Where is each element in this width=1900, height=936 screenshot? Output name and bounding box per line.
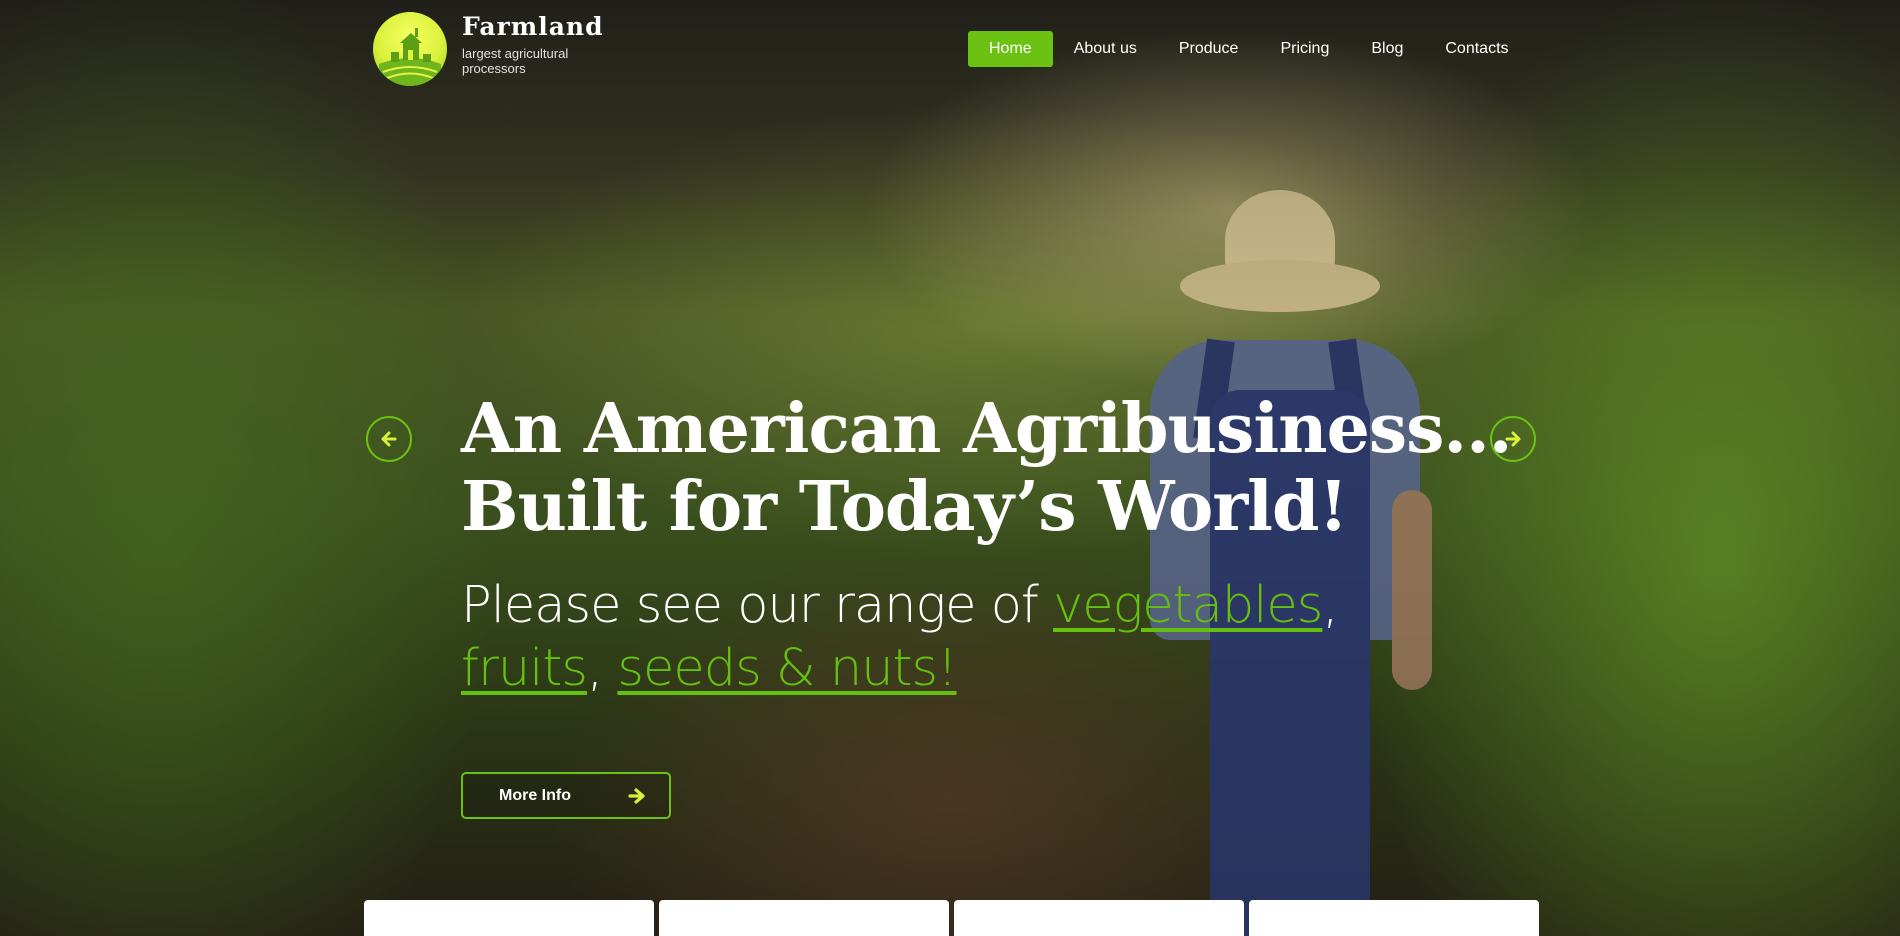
brand-name: Farmland <box>462 12 604 41</box>
logo[interactable]: Farmland largest agricultural processors <box>373 12 604 86</box>
nav-contacts[interactable]: Contacts <box>1424 31 1529 67</box>
feature-card[interactable] <box>659 900 949 936</box>
more-info-label: More Info <box>499 786 571 804</box>
feature-cards <box>364 900 1539 936</box>
link-vegetables[interactable]: vegetables <box>1053 576 1323 635</box>
nav-blog[interactable]: Blog <box>1350 31 1424 67</box>
hero-subtext: Please see our range of vegetables, frui… <box>461 574 1339 700</box>
arrow-left-icon <box>381 431 397 447</box>
nav-pricing[interactable]: Pricing <box>1259 31 1350 67</box>
link-fruits[interactable]: fruits <box>461 639 588 698</box>
farm-logo-icon <box>373 12 447 86</box>
arrow-right-icon <box>628 787 645 804</box>
farmhouse-icon <box>379 28 441 86</box>
slider-prev-button[interactable] <box>366 416 412 462</box>
hero-headline-line-2: Built for Today’s World! <box>461 467 1348 547</box>
comma: , <box>1322 576 1338 635</box>
feature-card[interactable] <box>364 900 654 936</box>
hero-headline-line-1: An American Agribusiness... <box>461 389 1512 469</box>
site-header: Farmland largest agricultural processors… <box>0 0 1900 100</box>
link-seeds-nuts[interactable]: seeds & nuts! <box>617 639 957 698</box>
comma: , <box>586 639 618 698</box>
nav-home[interactable]: Home <box>968 31 1053 67</box>
hero-headline: An American Agribusiness... Built for To… <box>461 389 1512 547</box>
feature-card[interactable] <box>954 900 1244 936</box>
brand-tagline: largest agricultural processors <box>462 46 569 76</box>
main-nav: Home About us Produce Pricing Blog Conta… <box>968 31 1530 67</box>
hero-subtext-intro: Please see our range of <box>461 576 1054 635</box>
feature-card[interactable] <box>1249 900 1539 936</box>
nav-produce[interactable]: Produce <box>1158 31 1260 67</box>
nav-about-us[interactable]: About us <box>1053 31 1158 67</box>
more-info-button[interactable]: More Info <box>461 772 671 819</box>
